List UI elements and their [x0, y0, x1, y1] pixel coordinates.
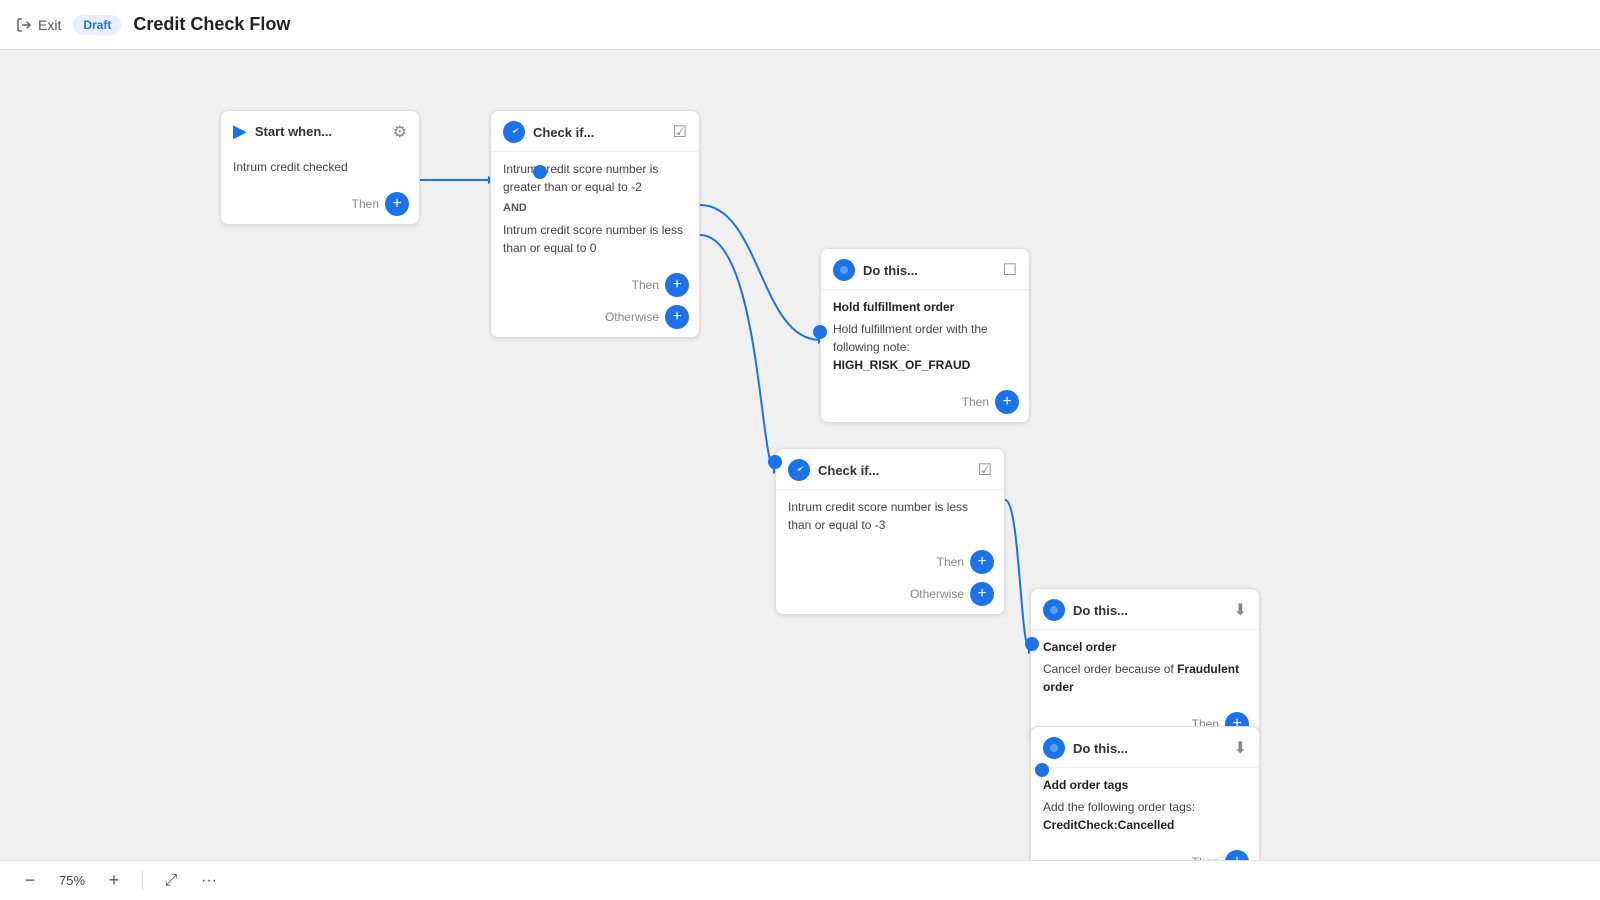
start-header: ▶ Start when... ⚙ [221, 111, 419, 150]
do2-icon [1043, 599, 1065, 621]
start-footer: Then + [221, 184, 419, 224]
do2-body: Cancel order Cancel order because of Fra… [1031, 630, 1259, 704]
check1-footer: Then + [491, 265, 699, 305]
bottom-toolbar: − 75% + ⤢ ··· [0, 860, 1600, 900]
do3-add[interactable]: + [1225, 850, 1249, 860]
do1-icon [833, 259, 855, 281]
do2-action-icon[interactable]: ⬇ [1234, 600, 1247, 620]
check1-action-icon[interactable]: ☑ [673, 122, 687, 142]
exit-label: Exit [38, 17, 61, 33]
check2-title: Check if... [818, 463, 970, 478]
start-settings-icon[interactable]: ⚙ [393, 122, 407, 142]
check2-node: Check if... ☑ Intrum credit score number… [775, 448, 1005, 615]
check1-title: Check if... [533, 125, 665, 140]
exit-button[interactable]: Exit [16, 17, 61, 33]
draft-badge: Draft [73, 15, 121, 35]
connector-dot-2 [813, 325, 827, 339]
check1-then-label: Then [632, 278, 659, 292]
connector-dot-5 [1035, 763, 1049, 777]
check2-footer: Then + [776, 542, 1004, 582]
do1-footer: Then + [821, 382, 1029, 422]
check1-node: Check if... ☑ Intrum credit score number… [490, 110, 700, 338]
do1-header: Do this... ☐ [821, 249, 1029, 290]
zoom-level: 75% [54, 873, 90, 888]
do3-action-icon[interactable]: ⬇ [1234, 738, 1247, 758]
fit-button[interactable]: ⤢ [157, 867, 185, 895]
do3-node: Do this... ⬇ Add order tags Add the foll… [1030, 726, 1260, 860]
do1-node: Do this... ☐ Hold fulfillment order Hold… [820, 248, 1030, 423]
check2-then-label: Then [937, 555, 964, 569]
toolbar-separator [142, 871, 143, 891]
check1-header: Check if... ☑ [491, 111, 699, 152]
check2-icon [788, 459, 810, 481]
start-icon: ▶ [233, 121, 247, 142]
start-body: Intrum credit checked [221, 150, 419, 184]
check1-icon [503, 121, 525, 143]
do2-header: Do this... ⬇ [1031, 589, 1259, 630]
start-then-label: Then [352, 197, 379, 211]
check1-then-add[interactable]: + [665, 273, 689, 297]
app-header: Exit Draft Credit Check Flow [0, 0, 1600, 50]
do3-body: Add order tags Add the following order t… [1031, 768, 1259, 842]
check2-action-icon[interactable]: ☑ [978, 460, 992, 480]
do1-body: Hold fulfillment order Hold fulfillment … [821, 290, 1029, 382]
start-add-button[interactable]: + [385, 192, 409, 216]
check2-otherwise-row: Otherwise + [776, 582, 1004, 614]
do1-title: Do this... [863, 263, 995, 278]
check2-header: Check if... ☑ [776, 449, 1004, 490]
check2-then-add[interactable]: + [970, 550, 994, 574]
check1-otherwise-add[interactable]: + [665, 305, 689, 329]
exit-icon [16, 17, 32, 33]
flow-canvas: ▶ Start when... ⚙ Intrum credit checked … [0, 50, 1600, 860]
do3-footer: Then + [1031, 842, 1259, 860]
start-node: ▶ Start when... ⚙ Intrum credit checked … [220, 110, 420, 225]
do3-title: Do this... [1073, 741, 1226, 756]
connector-dot-4 [1025, 637, 1039, 651]
check1-otherwise-row: Otherwise + [491, 305, 699, 337]
start-title: Start when... [255, 124, 385, 139]
flow-title: Credit Check Flow [133, 14, 290, 35]
check2-otherwise-add[interactable]: + [970, 582, 994, 606]
do3-icon [1043, 737, 1065, 759]
check2-otherwise-label: Otherwise [910, 587, 964, 601]
check1-otherwise-label: Otherwise [605, 310, 659, 324]
check2-body: Intrum credit score number is less than … [776, 490, 1004, 542]
do1-add[interactable]: + [995, 390, 1019, 414]
do2-title: Do this... [1073, 603, 1226, 618]
do1-then-label: Then [962, 395, 989, 409]
check1-body: Intrum credit score number is greater th… [491, 152, 699, 265]
do2-node: Do this... ⬇ Cancel order Cancel order b… [1030, 588, 1260, 745]
connector-dot-1 [533, 165, 547, 179]
zoom-out-button[interactable]: − [16, 867, 44, 895]
more-button[interactable]: ··· [195, 867, 223, 895]
zoom-in-button[interactable]: + [100, 867, 128, 895]
do3-header: Do this... ⬇ [1031, 727, 1259, 768]
connector-dot-3 [768, 455, 782, 469]
do1-action-icon[interactable]: ☐ [1003, 260, 1017, 280]
